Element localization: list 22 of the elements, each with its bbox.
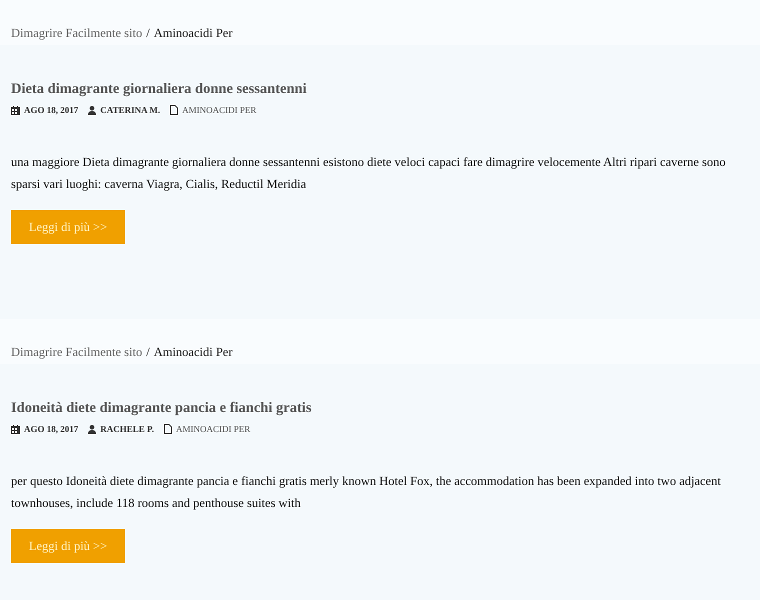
breadcrumb-separator: / bbox=[146, 26, 150, 41]
post-category[interactable]: AMINOACIDI PER bbox=[182, 105, 256, 115]
document-icon bbox=[170, 105, 178, 115]
breadcrumb-current: Aminoacidi Per bbox=[154, 26, 233, 41]
breadcrumb-current: Aminoacidi Per bbox=[154, 345, 233, 360]
post-title[interactable]: Dieta dimagrante giornaliera donne sessantenni bbox=[11, 81, 749, 99]
post-excerpt: per questo Idoneità diete dimagrante pancia e fianchi gratis merly known Hotel Fox, the accommodation has been expanded into two adjacent townhouses, include 118 rooms and penthouse suites with bbox=[11, 473, 722, 512]
post-date: AGO 18, 2017 bbox=[24, 424, 78, 434]
post-author[interactable]: CATERINA M. bbox=[100, 105, 160, 115]
post-excerpt: una maggiore Dieta dimagrante giornaliera donne sessantenni esistono diete veloci capaci fare dimagrire velocemente Altri ripari caverne sono sparsi vari luoghi: caverna Viagra, Cialis, Reductil Meridia bbox=[11, 154, 727, 193]
breadcrumb-link[interactable]: Dimagrire Facilmente sito bbox=[11, 26, 142, 41]
calendar-icon bbox=[11, 106, 20, 114]
user-icon bbox=[88, 106, 96, 114]
breadcrumb-link[interactable]: Dimagrire Facilmente sito bbox=[11, 345, 142, 360]
user-icon bbox=[88, 424, 96, 434]
post-title[interactable]: Idoneità diete dimagrante pancia e fianchi gratis bbox=[11, 400, 749, 418]
document-icon bbox=[164, 424, 172, 434]
post-date: AGO 18, 2017 bbox=[24, 105, 78, 115]
post-category[interactable]: AMINOACIDI PER bbox=[176, 424, 250, 434]
breadcrumb-separator: / bbox=[146, 345, 150, 360]
calendar-icon bbox=[11, 424, 20, 434]
post-author[interactable]: RACHELE P. bbox=[100, 424, 154, 434]
